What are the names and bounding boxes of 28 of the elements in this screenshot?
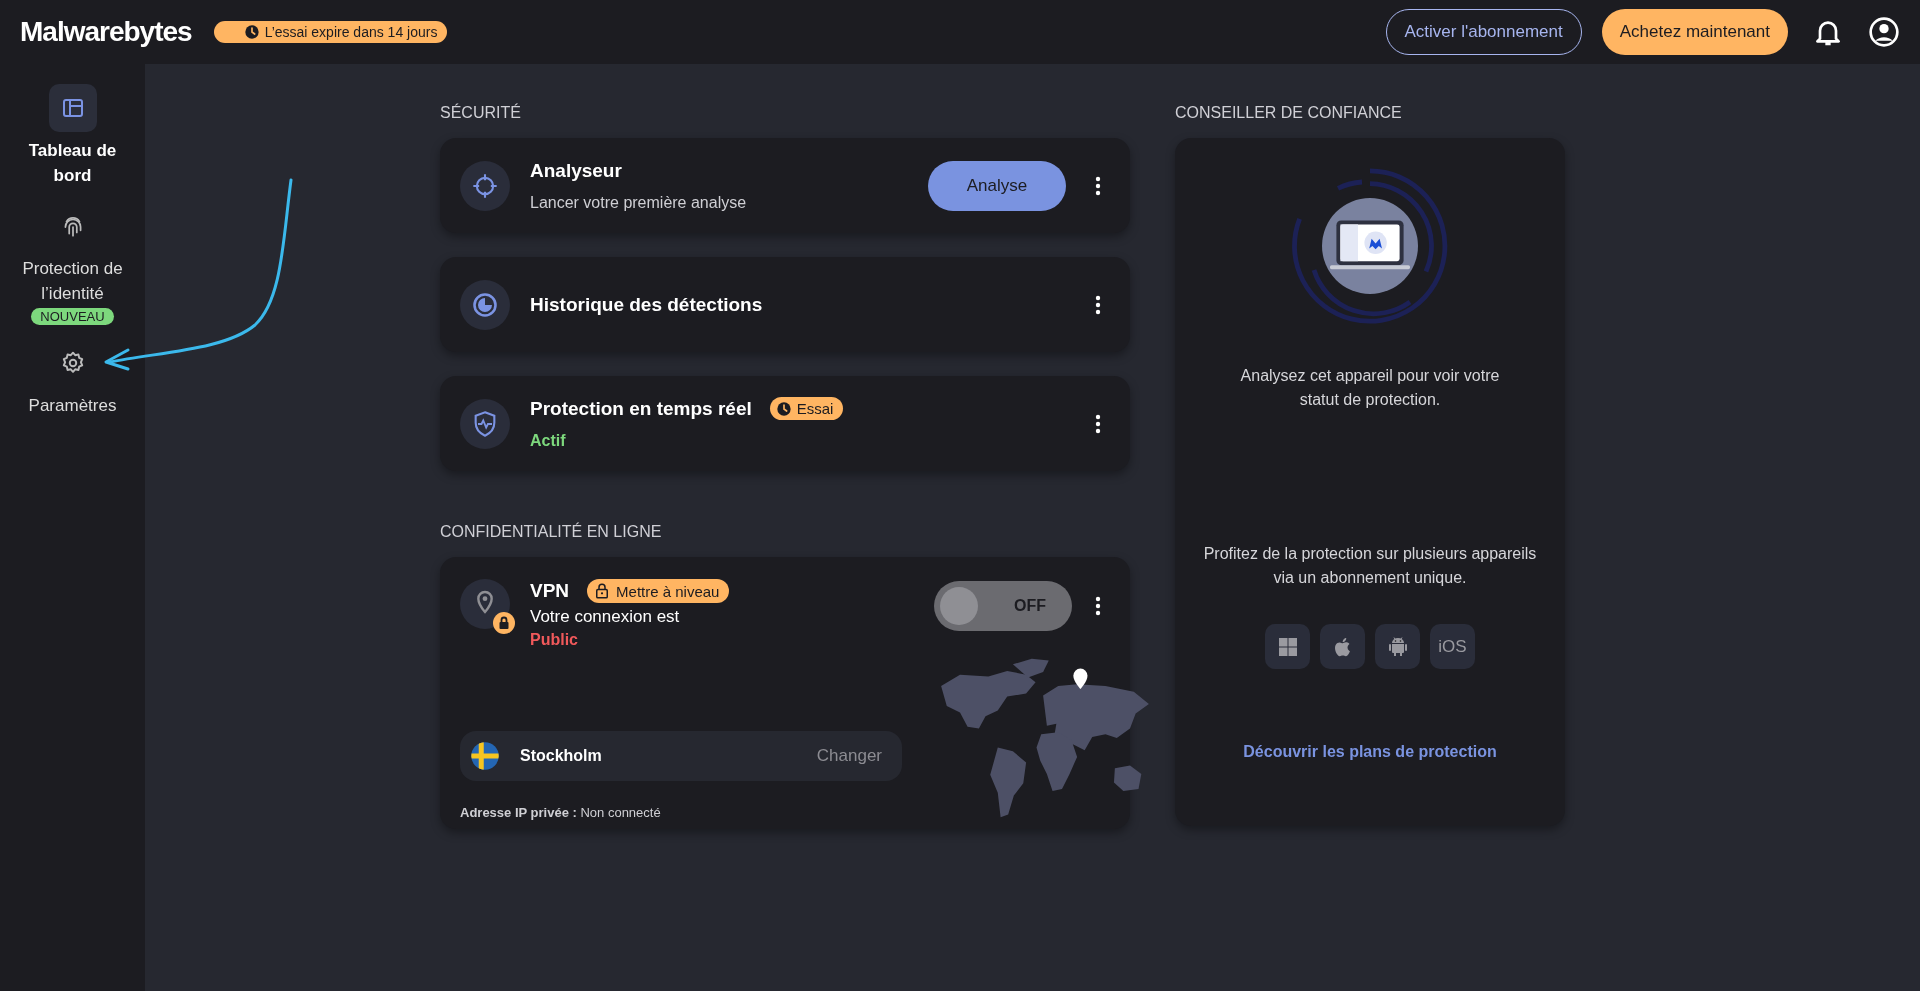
- trial-badge: L’essai expire dans 14 jours: [213, 21, 448, 43]
- protection-plans-link[interactable]: Découvrir les plans de protection: [1243, 743, 1497, 761]
- section-heading: CONFIDENTIALITÉ EN LIGNE: [440, 523, 663, 541]
- card-title: VPN: [530, 580, 570, 602]
- promo-text: Profitez de la protection sur plusieurs appareils via un abonnement unique.: [1202, 544, 1538, 588]
- sidebar-item[interactable]: Tableau de bord: [7, 138, 138, 188]
- change-location-button[interactable]: Changer: [816, 746, 882, 766]
- section-heading: CONSEILLER DE CONFIANCE: [1175, 104, 1403, 122]
- upgrade-badge[interactable]: Mettre à niveau: [587, 579, 730, 603]
- sidebar-item[interactable]: Protection de l’identité: [7, 256, 138, 306]
- connection-status: Public: [530, 631, 579, 649]
- card-title: Protection en temps réel: [530, 397, 752, 420]
- trial-badge: Essai: [769, 397, 844, 420]
- buy-button[interactable]: Achetez maintenant: [1601, 9, 1788, 55]
- scan-button[interactable]: Analyse: [928, 160, 1066, 211]
- sidebar-item[interactable]: Paramètres: [28, 393, 117, 418]
- card-subtitle: Lancer votre première analyse: [530, 193, 748, 212]
- card-title: Analyseur: [530, 159, 622, 182]
- scan-prompt-text: Analysez cet appareil pour voir votre statut de protection.: [1239, 366, 1501, 410]
- private-ip-text: Adresse IP privée : Non connecté: [460, 805, 661, 820]
- status-text: Actif: [530, 432, 567, 450]
- location-city: Stockholm: [520, 747, 603, 765]
- new-badge: NOUVEAU: [31, 308, 114, 325]
- logo: Malwarebytes: [20, 16, 192, 48]
- card-title: Historique des détections: [530, 293, 763, 316]
- connection-text: Votre connexion est: [530, 607, 681, 627]
- section-heading: SÉCURITÉ: [440, 104, 522, 122]
- ios-label: iOS: [1438, 636, 1467, 657]
